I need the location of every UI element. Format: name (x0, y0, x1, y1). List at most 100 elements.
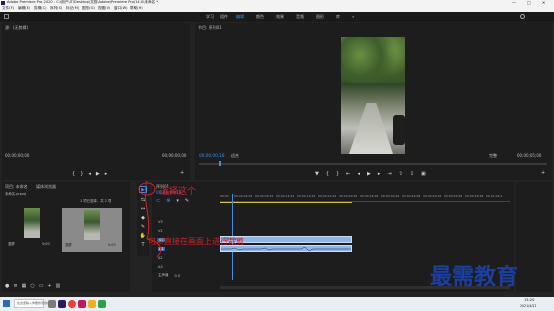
premiere-taskbar-icon[interactable] (58, 300, 66, 308)
trash-icon[interactable]: ▥ (56, 283, 61, 289)
source-timecode-left: 00;00;00;00 (5, 153, 30, 158)
extract-icon[interactable]: ⇩ (410, 171, 414, 177)
ruler-label: 00;00;59;28 (465, 194, 484, 198)
program-playhead[interactable] (219, 161, 221, 166)
workspace-tab-editing[interactable]: 编辑 (236, 15, 244, 19)
settings-wrench-icon[interactable]: ✎ (185, 198, 189, 204)
explorer-icon[interactable] (88, 300, 96, 308)
master-track[interactable]: 主声道 0.0 (158, 272, 220, 279)
mark-out-icon[interactable]: } (336, 171, 339, 177)
taskbar: 在这里输入你要搜索的内容 15:20 2021/4/22 (0, 297, 554, 311)
selection-count: 1 项已选择，共 2 项 (80, 199, 112, 203)
list-view-icon[interactable]: ≡ (13, 283, 17, 289)
workspace-tab-color[interactable]: 颜色 (256, 15, 264, 19)
home-icon[interactable] (4, 14, 9, 19)
ruler-label: 00;00;54;28 (444, 194, 463, 198)
go-to-out-icon[interactable]: ⇥ (387, 171, 391, 177)
step-forward-icon[interactable]: ▸ (105, 171, 108, 177)
minimize-button[interactable]: — (512, 1, 516, 5)
quality-dropdown[interactable]: 完整 (489, 154, 497, 158)
menu-sequence[interactable]: 序列(S) (50, 6, 62, 11)
windows-start-icon[interactable] (3, 300, 10, 307)
ruler-label: 00;00;04;29 (234, 194, 253, 198)
menu-graphics[interactable]: 图形(G) (82, 6, 95, 11)
menu-view[interactable]: 视图(V) (98, 6, 110, 11)
menu-clip[interactable]: 剪辑(C) (34, 6, 47, 11)
menu-marker[interactable]: 标记(M) (66, 6, 79, 11)
icon-view-icon[interactable]: ▦ (22, 283, 27, 289)
step-back-icon[interactable]: ◂ (357, 171, 360, 177)
project-tab[interactable]: 项目: 未命名 (5, 185, 28, 189)
app-icon[interactable] (78, 300, 86, 308)
mark-out-icon[interactable]: } (80, 171, 83, 177)
item-name: 竖屏 (8, 242, 15, 246)
ruler-label: 00;00 (220, 194, 229, 198)
road (349, 103, 393, 154)
menu-file[interactable]: 文件(F) (2, 6, 14, 11)
play-icon[interactable]: ▶ (96, 171, 100, 177)
audio-meters (516, 182, 552, 292)
clock-date: 2021/4/22 (520, 304, 537, 308)
fit-dropdown[interactable]: 适合 (231, 154, 239, 158)
menu-help[interactable]: 帮助(H) (130, 6, 143, 11)
workspace-tab-learn[interactable]: 学习 (206, 15, 214, 19)
ruler-label: 00;00;39;29 (381, 194, 400, 198)
source-timecode-right: 00;00;00;00 (162, 153, 187, 158)
workspace-more-button[interactable]: » (352, 15, 354, 19)
ruler-label: 00;00;24;29 (318, 194, 337, 198)
mark-in-icon[interactable]: { (72, 171, 75, 177)
project-footer: ● ≡ ▦ ○ ▭ + ▥ (5, 283, 127, 289)
zoom-slider-icon[interactable]: ○ (30, 283, 34, 289)
workspace-tab-effects[interactable]: 效果 (276, 15, 284, 19)
maximize-button[interactable]: □ (527, 1, 531, 5)
add-button-icon[interactable]: + (180, 170, 184, 176)
marker-icon[interactable]: ▼ (315, 171, 319, 177)
ruler-label: 00;01;04;2 (486, 194, 503, 198)
program-tab[interactable]: 节目: 序列01 (198, 26, 222, 30)
program-transport: ▼ { } ⇤ ◂ ▶ ▸ ⇥ ⇧ ⇩ ▣ (315, 171, 455, 177)
new-bin-icon[interactable]: ▭ (39, 283, 44, 289)
workspace-tab-graphics[interactable]: 图形 (316, 15, 324, 19)
step-forward-icon[interactable]: ▸ (378, 171, 381, 177)
program-video-frame (341, 37, 405, 154)
go-to-in-icon[interactable]: ⇤ (346, 171, 350, 177)
clock-time: 15:20 (524, 298, 535, 302)
chrome-icon[interactable] (68, 300, 76, 308)
track-a3[interactable]: A3 (158, 263, 220, 270)
item-name: 竖屏 (65, 243, 72, 247)
lift-icon[interactable]: ⇧ (399, 171, 403, 177)
menu-window[interactable]: 窗口(W) (114, 6, 128, 11)
task-view-icon[interactable] (48, 300, 56, 308)
timeline-ruler[interactable]: 00;00 00;00;04;29 00;00;09;29 00;00;14;2… (220, 194, 510, 202)
export-frame-icon[interactable]: ▣ (421, 171, 426, 177)
play-icon[interactable]: ▶ (367, 171, 371, 177)
master-label: 主声道 (158, 273, 169, 277)
workspace-tab-audio[interactable]: 音频 (296, 15, 304, 19)
step-back-icon[interactable]: ◂ (88, 171, 91, 177)
new-item-icon[interactable]: + (47, 283, 51, 289)
mark-in-icon[interactable]: { (326, 171, 329, 177)
workspace-tab-libraries[interactable]: 库 (336, 15, 340, 19)
add-button-icon[interactable]: + (541, 170, 545, 176)
workspace-tab-assembly[interactable]: 组件 (220, 15, 228, 19)
ruler-label: 00;00;34;28 (360, 194, 379, 198)
project-item-2[interactable]: 竖屏 5;00 (62, 208, 122, 252)
add-marker-icon[interactable]: ▾ (176, 198, 179, 204)
close-button[interactable]: ✕ (542, 1, 545, 5)
search-icon[interactable] (520, 14, 525, 19)
menu-edit[interactable]: 编辑(E) (18, 6, 30, 11)
media-browser-tab[interactable]: 媒体浏览器 (36, 185, 56, 189)
track-label: A3 (158, 264, 163, 269)
app-icon[interactable] (98, 300, 106, 308)
source-tab[interactable]: 源：(无剪辑) (5, 26, 28, 30)
item-duration: 5;00 (42, 242, 50, 246)
window-title: Adobe Premiere Pro 2020 - C:\用户\IT\Deskt… (7, 0, 159, 4)
project-item-1[interactable]: 竖屏 5;00 (6, 208, 54, 250)
program-monitor: 节目: 序列01 00;00;00;18 适合 完整 00;00;05;00 ▼… (195, 23, 552, 180)
program-timecode: 00;00;00;18 (199, 153, 225, 158)
taskbar-search[interactable]: 在这里输入你要搜索的内容 (14, 299, 53, 308)
lock-icon[interactable]: ● (5, 283, 9, 289)
program-scrub-bar[interactable] (199, 161, 547, 166)
work-area-bar[interactable] (220, 202, 352, 203)
premiere-logo-icon (1, 1, 5, 5)
